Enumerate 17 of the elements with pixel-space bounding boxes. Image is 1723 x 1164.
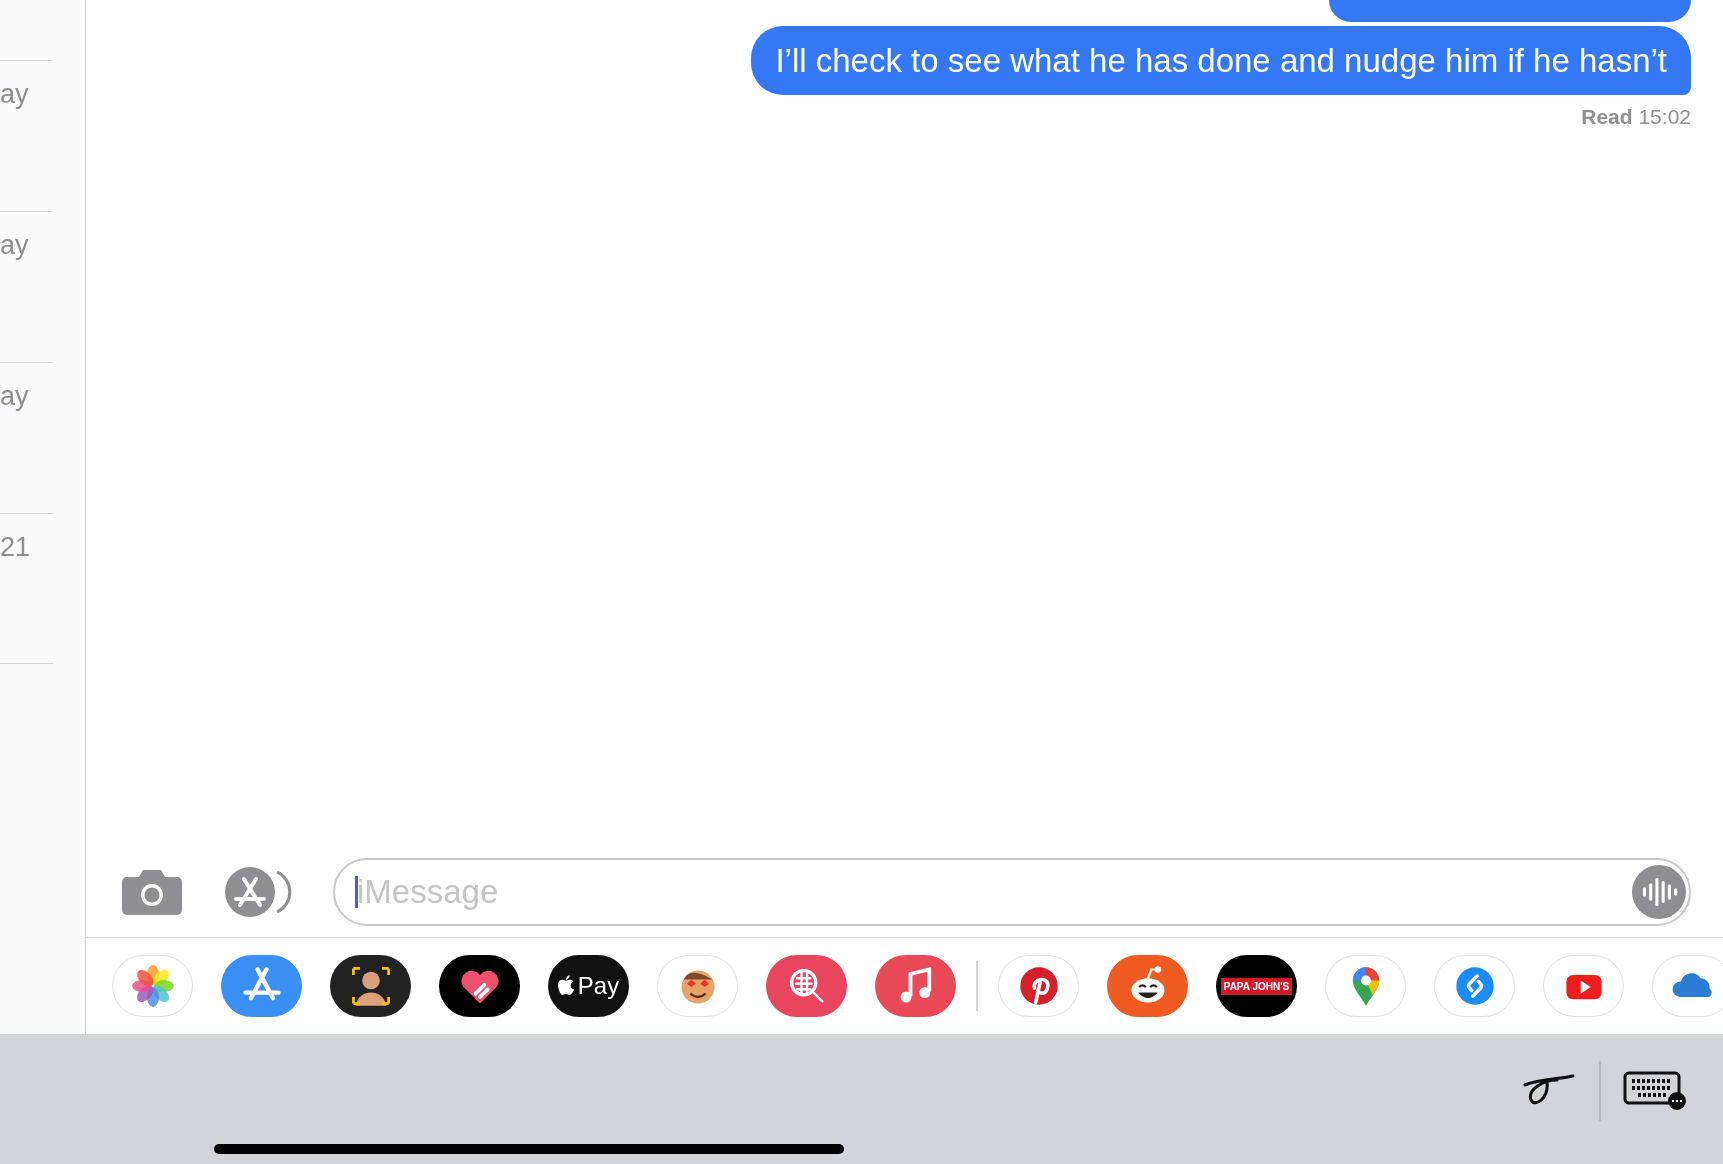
text-cursor xyxy=(355,876,358,908)
app-button[interactable]: Pay xyxy=(548,955,629,1017)
message-bubble: I’ll check to see what he has done and nudge him if he hasn’t xyxy=(751,26,1691,95)
waveform-icon[interactable] xyxy=(1632,865,1686,919)
message-field[interactable]: iMessage xyxy=(333,858,1691,926)
keyboard-icon[interactable] xyxy=(1623,1071,1689,1111)
conversation-time: ay xyxy=(0,79,29,110)
read-receipt: Read 15:02 xyxy=(1581,105,1691,129)
camera-icon[interactable] xyxy=(121,869,183,915)
conversation-time: ay xyxy=(0,230,29,261)
app-button[interactable]: PAPA JOHN'S xyxy=(1216,955,1297,1017)
pay-label: Pay xyxy=(577,972,620,1000)
flower-icon xyxy=(130,964,175,1008)
conversation-time: ay xyxy=(0,381,29,412)
apple-icon xyxy=(557,975,576,997)
conversation-time: 21 xyxy=(0,532,31,563)
logo-text: PAPA JOHN'S xyxy=(1220,977,1293,995)
